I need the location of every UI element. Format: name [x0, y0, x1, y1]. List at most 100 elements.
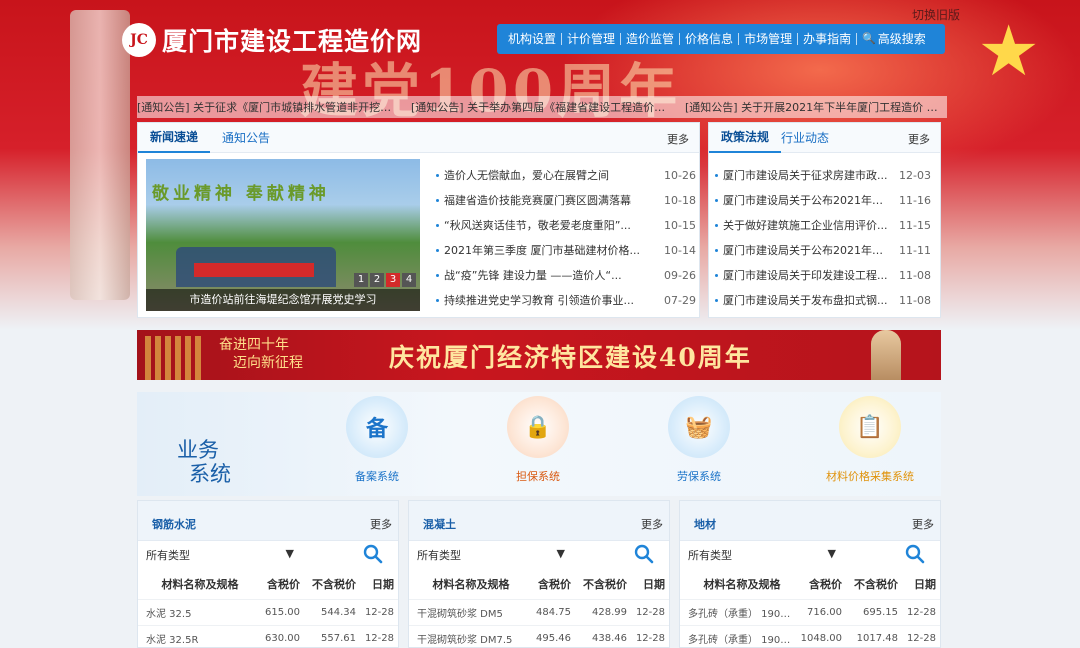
carousel-pager: 1 2 3 4 — [354, 273, 416, 287]
nav-item-market-mgmt[interactable]: 市场管理 — [739, 33, 799, 45]
record-system-link[interactable]: 备 备案系统 — [322, 396, 432, 484]
search-icon[interactable] — [633, 543, 655, 565]
tab-notices[interactable]: 通知公告 — [210, 124, 282, 152]
price-panel-header: 地材 更多 — [680, 501, 940, 541]
list-item[interactable]: 厦门市建设局关于征求房建市政... 12-03 — [713, 163, 931, 188]
clipboard-icon: 📋 — [839, 396, 901, 458]
type-select[interactable]: 所有类型 ▼ — [688, 547, 836, 563]
list-item[interactable]: 战“疫”先锋 建设力量 ——造价人“... 09-26 — [434, 263, 696, 288]
nav-item-cost-supervision[interactable]: 造价监管 — [621, 33, 681, 45]
advanced-search-button[interactable]: 🔍 高级搜索 — [857, 32, 931, 46]
price-panel-steel-cement: 钢筋水泥 更多 所有类型 ▼ 材料名称及规格 含税价 不含税价 日期 水泥 32.… — [137, 500, 399, 648]
record-icon: 备 — [346, 396, 408, 458]
huabiao-pillar-decoration — [70, 10, 130, 300]
nav-item-price-info[interactable]: 价格信息 — [680, 33, 740, 45]
labor-insurance-system-link[interactable]: 🧺 劳保系统 — [644, 396, 754, 484]
site-title: 厦门市建设工程造价网 — [162, 27, 423, 56]
table-row[interactable]: 干混砌筑砂浆 DM5 484.75 428.99 12-28 — [409, 599, 669, 625]
notice-item[interactable]: [通知公告] 关于举办第四届《福建省建设工程造价技能... — [411, 99, 673, 115]
main-nav: 机构设置 计价管理 造价监管 价格信息 市场管理 办事指南 🔍 高级搜索 — [497, 24, 945, 54]
statue-decoration — [871, 330, 901, 380]
switch-old-version-link[interactable]: 切换旧版 — [912, 6, 960, 23]
list-item[interactable]: 关于做好建筑施工企业信用评价... 11-15 — [713, 213, 931, 238]
price-panel-title: 地材 — [694, 518, 716, 531]
nav-item-guide[interactable]: 办事指南 — [798, 33, 858, 45]
price-panel-title: 混凝土 — [423, 518, 456, 531]
table-header: 材料名称及规格 含税价 不含税价 日期 — [432, 578, 666, 591]
tab-industry[interactable]: 行业动态 — [781, 124, 841, 152]
list-item[interactable]: 厦门市建设局关于印发建设工程... 11-08 — [713, 263, 931, 288]
search-icon[interactable] — [904, 543, 926, 565]
site-logo[interactable]: JC 厦门市建设工程造价网 — [122, 22, 422, 58]
anniversary-banner[interactable]: 奋进四十年 迈向新征程 庆祝厦门经济特区建设40周年 — [137, 330, 941, 380]
building-decoration — [145, 336, 205, 380]
carousel-caption: 市造价站前往海堤纪念馆开展党史学习 — [146, 289, 420, 311]
notice-item[interactable]: [通知公告] 关于开展2021年下半年厦门工程造价 咨询... — [685, 99, 947, 115]
table-header: 材料名称及规格 含税价 不含税价 日期 — [703, 578, 937, 591]
banner-title: 庆祝厦门经济特区建设40周年 — [389, 343, 752, 372]
service-label: 备案系统 — [355, 470, 399, 483]
news-list: 造价人无偿献血，爱心在展臂之间 10-26 福建省造价技能竞赛厦门赛区圆满落幕 10… — [434, 163, 696, 313]
table-row[interactable]: 水泥 32.5R 630.00 557.61 12-28 — [138, 625, 398, 647]
price-panel-concrete: 混凝土 更多 所有类型 ▼ 材料名称及规格 含税价 不含税价 日期 干混砌筑砂浆 … — [408, 500, 670, 648]
nav-item-pricing-mgmt[interactable]: 计价管理 — [562, 33, 622, 45]
pager-dot[interactable]: 1 — [354, 273, 368, 287]
basket-icon: 🧺 — [668, 396, 730, 458]
news-panel-header: 新闻速递 通知公告 更多 — [138, 123, 699, 153]
shield-lock-icon: 🔒 — [507, 396, 569, 458]
service-label: 劳保系统 — [677, 470, 721, 483]
type-select[interactable]: 所有类型 ▼ — [146, 547, 294, 563]
table-row[interactable]: 多孔砖（承重） 190×... 1048.00 1017.48 12-28 — [680, 625, 940, 647]
list-item[interactable]: 厦门市建设局关于公布2021年下... 11-11 — [713, 238, 931, 263]
pager-dot[interactable]: 2 — [370, 273, 384, 287]
type-select[interactable]: 所有类型 ▼ — [417, 547, 565, 563]
image-red-banner — [194, 263, 314, 277]
table-row[interactable]: 干混砌筑砂浆 DM7.5 495.46 438.46 12-28 — [409, 625, 669, 647]
business-systems: 业务 系统 备 备案系统 🔒 担保系统 🧺 劳保系统 📋 材料价格采集系统 — [137, 392, 941, 496]
table-row[interactable]: 多孔砖（承重） 190×... 716.00 695.15 12-28 — [680, 599, 940, 625]
pager-dot-active[interactable]: 3 — [386, 273, 400, 287]
news-panel: 新闻速递 通知公告 更多 敬业精神 奉献精神 1 2 3 4 市造价站前往海堤纪… — [137, 122, 700, 318]
price-more-link[interactable]: 更多 — [641, 516, 663, 532]
list-item[interactable]: 造价人无偿献血，爱心在展臂之间 10-26 — [434, 163, 696, 188]
notice-ticker: [通知公告] 关于征求《厦门市城镇排水管道非开挖修复... [通知公告] 关于举… — [137, 96, 947, 118]
list-item[interactable]: 厦门市建设局关于公布2021年下... 11-16 — [713, 188, 931, 213]
caret-down-icon: ▼ — [556, 547, 565, 560]
policy-list: 厦门市建设局关于征求房建市政... 12-03 厦门市建设局关于公布2021年下.… — [713, 163, 931, 313]
tab-news[interactable]: 新闻速递 — [138, 123, 211, 153]
list-item[interactable]: 持续推进党史学习教育 引领造价事业... 07-29 — [434, 288, 696, 313]
search-icon: 🔍 — [862, 32, 876, 45]
news-carousel-image[interactable]: 敬业精神 奉献精神 1 2 3 4 市造价站前往海堤纪念馆开展党史学习 — [146, 159, 420, 311]
service-label: 担保系统 — [516, 470, 560, 483]
caret-down-icon: ▼ — [827, 547, 836, 560]
list-item[interactable]: 2021年第三季度 厦门市基础建材价格... 10-14 — [434, 238, 696, 263]
services-title: 业务 系统 — [177, 438, 231, 486]
pager-dot[interactable]: 4 — [402, 273, 416, 287]
guarantee-system-link[interactable]: 🔒 担保系统 — [483, 396, 593, 484]
nav-item-org[interactable]: 机构设置 — [503, 33, 563, 45]
price-filter: 所有类型 ▼ — [138, 541, 398, 569]
table-header: 材料名称及规格 含税价 不含税价 日期 — [161, 578, 395, 591]
policy-panel: 政策法规 行业动态 更多 厦门市建设局关于征求房建市政... 12-03 厦门市建… — [708, 122, 941, 318]
price-panel-title: 钢筋水泥 — [152, 518, 196, 531]
news-more-link[interactable]: 更多 — [667, 131, 689, 147]
list-item[interactable]: 厦门市建设局关于发布盘扣式钢... 11-08 — [713, 288, 931, 313]
list-item[interactable]: “秋风送爽话佳节，敬老爱老度重阳”... 10-15 — [434, 213, 696, 238]
policy-more-link[interactable]: 更多 — [908, 131, 930, 147]
table-row[interactable]: 水泥 32.5 615.00 544.34 12-28 — [138, 599, 398, 625]
image-sign-text: 敬业精神 奉献精神 — [152, 184, 330, 204]
price-more-link[interactable]: 更多 — [912, 516, 934, 532]
service-label: 材料价格采集系统 — [826, 470, 914, 483]
price-panel-ground-materials: 地材 更多 所有类型 ▼ 材料名称及规格 含税价 不含税价 日期 多孔砖（承重） … — [679, 500, 941, 648]
price-panel-header: 混凝土 更多 — [409, 501, 669, 541]
material-price-system-link[interactable]: 📋 材料价格采集系统 — [805, 396, 935, 484]
price-more-link[interactable]: 更多 — [370, 516, 392, 532]
price-filter: 所有类型 ▼ — [680, 541, 940, 569]
caret-down-icon: ▼ — [285, 547, 294, 560]
tab-policy[interactable]: 政策法规 — [709, 123, 782, 153]
star-icon: ★ — [977, 10, 1040, 92]
policy-panel-header: 政策法规 行业动态 更多 — [709, 123, 940, 153]
list-item[interactable]: 福建省造价技能竞赛厦门赛区圆满落幕 10-18 — [434, 188, 696, 213]
search-icon[interactable] — [362, 543, 384, 565]
notice-item[interactable]: [通知公告] 关于征求《厦门市城镇排水管道非开挖修复... — [137, 99, 399, 115]
